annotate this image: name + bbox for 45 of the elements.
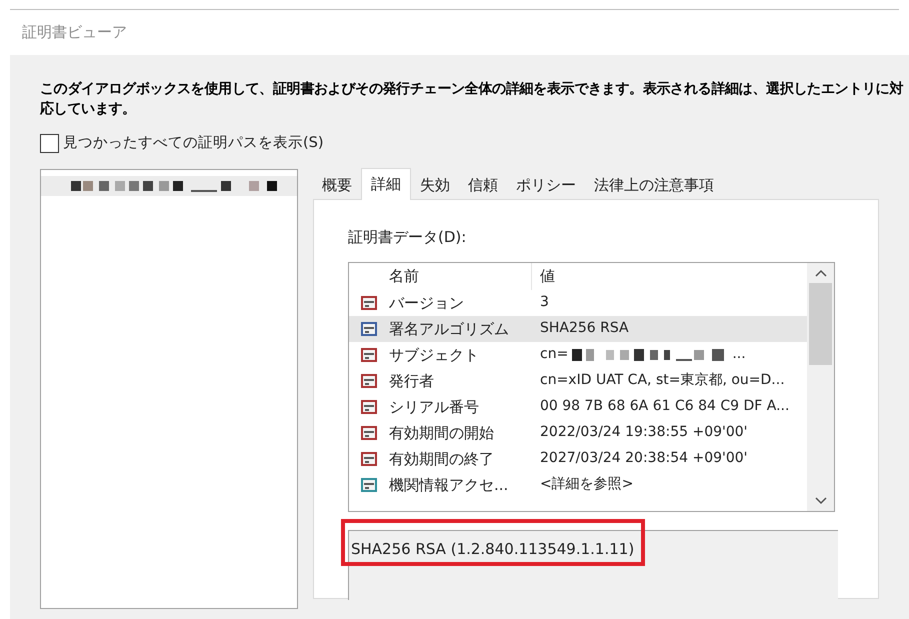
field-row[interactable]: 有効期間の終了 2027/03/24 20:38:54 +09'00' [349,446,807,472]
field-row[interactable]: 発行者 cn=xID UAT CA, st=東京都, ou=D... [349,368,807,394]
scrollbar[interactable] [807,262,834,511]
field-value: 2027/03/24 20:38:54 +09'00' [540,449,748,468]
tree-item[interactable] [41,176,297,196]
field-row[interactable]: 有効期間の開始 2022/03/24 19:38:55 +09'00' [349,420,807,446]
field-value: SHA256 RSA [540,319,629,338]
field-name: バージョン [389,294,464,312]
detail-value: SHA256 RSA (1.2.840.113549.1.1.11) [351,540,634,558]
checkbox[interactable] [40,134,59,154]
column-header[interactable]: 名前 [389,265,419,288]
field-row[interactable]: バージョン 3 [349,290,807,316]
tab[interactable]: 概要 [313,170,361,199]
scroll-up-icon[interactable] [814,268,826,277]
field-name: 有効期間の終了 [389,450,494,468]
field-value: <詳細を参照> [540,475,634,494]
field-name: 有効期間の開始 [389,424,494,442]
field-row[interactable]: シリアル番号 00 98 7B 68 6A 61 C6 84 C9 DF A... [349,394,807,420]
field-list[interactable] [348,262,835,512]
field-row[interactable]: 署名アルゴリズム SHA256 RSA [349,316,807,342]
field-name: 機関情報アクセ... [389,476,508,494]
field-name: シリアル番号 [389,398,479,416]
ellipsis-text: ... [732,345,746,364]
field-name: 発行者 [389,372,434,390]
tab[interactable]: 詳細 [361,168,411,200]
scroll-thumb[interactable] [809,282,832,365]
scroll-down-icon[interactable] [814,496,826,505]
description-text: このダイアログボックスを使用して、証明書およびその発行チェーン全体の詳細を表示できます。表示される詳細は、選択したエントリに対応しています。 [40,80,904,119]
field-name: 署名アルゴリズム [389,320,509,338]
field-value: 2022/03/24 19:38:55 +09'00' [540,423,748,442]
window-title: 証明書ビューア [22,22,127,44]
checkbox-label[interactable]: 見つかったすべての証明パスを表示(S) [63,133,324,155]
field-value: cn=xID UAT CA, st=東京都, ou=D... [540,371,785,390]
field-value: 00 98 7B 68 6A 61 C6 84 C9 DF A... [540,397,790,416]
certificate-data-label: 証明書データ(D): [348,226,468,248]
tab[interactable]: 信頼 [459,170,507,199]
field-value: cn= [540,345,568,364]
tab[interactable]: 法律上の注意事項 [585,170,723,199]
column-header[interactable]: 値 [540,267,555,286]
field-name: サブジェクト [389,346,479,364]
field-row[interactable]: サブジェクト cn= ... [349,342,807,368]
field-row[interactable]: 機関情報アクセ... <詳細を参照> [349,472,807,498]
field-value: 3 [540,293,549,312]
tab[interactable]: 失効 [411,170,459,199]
tab[interactable]: ポリシー [507,170,585,199]
